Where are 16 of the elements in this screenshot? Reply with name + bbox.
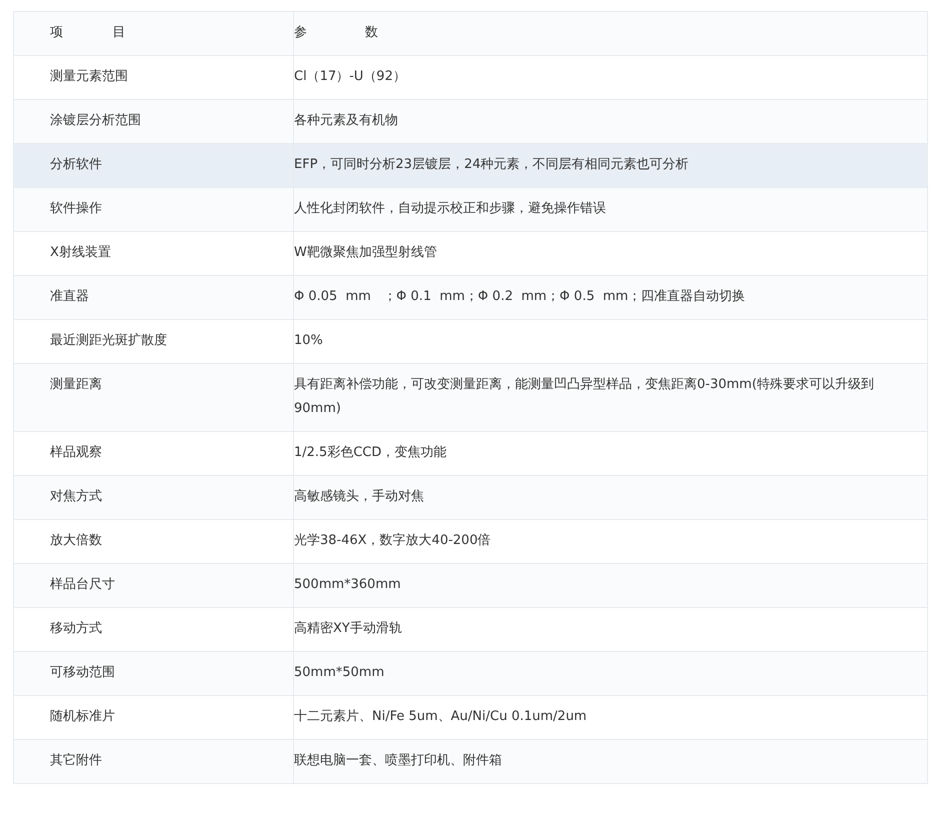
value-cell: 具有距离补偿功能，可改变测量距离，能测量凹凸异型样品，变焦距离0-30mm(特殊要求可以升级到90mm) — [294, 364, 928, 432]
value-cell: Φ 0.05 mm ；Φ 0.1 mm；Φ 0.2 mm；Φ 0.5 mm；四准直器自动切换 — [294, 276, 928, 320]
value-cell: 500mm*360mm — [294, 564, 928, 608]
item-cell: 样品台尺寸 — [14, 564, 294, 608]
item-cell: 测量距离 — [14, 364, 294, 432]
column-header: 项 目 — [14, 12, 294, 56]
item-cell: 对焦方式 — [14, 476, 294, 520]
item-cell: 其它附件 — [14, 740, 294, 784]
item-cell: 软件操作 — [14, 188, 294, 232]
value-cell: 高敏感镜头，手动对焦 — [294, 476, 928, 520]
item-cell: 可移动范围 — [14, 652, 294, 696]
value-cell: 人性化封闭软件，自动提示校正和步骤，避免操作错误 — [294, 188, 928, 232]
item-cell: 准直器 — [14, 276, 294, 320]
value-cell: 联想电脑一套、喷墨打印机、附件箱 — [294, 740, 928, 784]
column-header: 参 数 — [294, 12, 928, 56]
value-cell: 50mm*50mm — [294, 652, 928, 696]
